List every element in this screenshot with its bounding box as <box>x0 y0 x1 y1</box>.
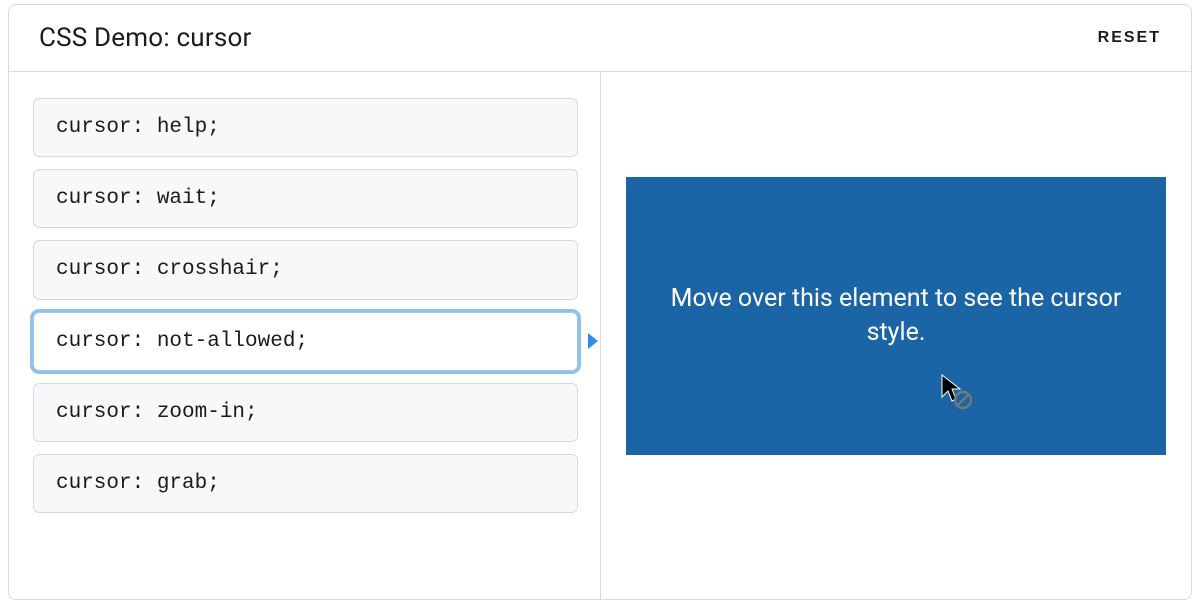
cursor-option[interactable]: cursor: grab; <box>33 454 578 513</box>
reset-button[interactable]: RESET <box>1098 29 1161 47</box>
option-row: cursor: wait; <box>33 169 578 228</box>
option-row: cursor: zoom-in; <box>33 383 578 442</box>
body: cursor: help; cursor: wait; cursor: crossh… <box>9 72 1191 599</box>
preview-panel: Move over this element to see the cursor… <box>601 72 1191 599</box>
page-title: CSS Demo: cursor <box>39 23 251 53</box>
demo-frame: CSS Demo: cursor RESET cursor: help;curs… <box>8 4 1192 600</box>
cursor-option[interactable]: cursor: wait; <box>33 169 578 228</box>
selected-indicator-icon <box>588 333 598 349</box>
not-allowed-cursor-icon <box>940 373 974 421</box>
cursor-option[interactable]: cursor: help; <box>33 98 578 157</box>
options-panel: cursor: help; cursor: wait; cursor: crossh… <box>9 72 601 599</box>
option-row: cursor: not-allowed; <box>33 312 578 371</box>
cursor-option[interactable]: cursor: zoom-in; <box>33 383 578 442</box>
option-row: cursor: help; <box>33 98 578 157</box>
option-row: cursor: grab; <box>33 454 578 513</box>
option-row: cursor: crosshair; <box>33 240 578 299</box>
cursor-option[interactable]: cursor: not-allowed; <box>33 312 578 371</box>
header: CSS Demo: cursor RESET <box>9 5 1191 72</box>
demo-text: Move over this element to see the cursor… <box>646 282 1146 350</box>
cursor-demo-area[interactable]: Move over this element to see the cursor… <box>626 177 1166 455</box>
cursor-option[interactable]: cursor: crosshair; <box>33 240 578 299</box>
